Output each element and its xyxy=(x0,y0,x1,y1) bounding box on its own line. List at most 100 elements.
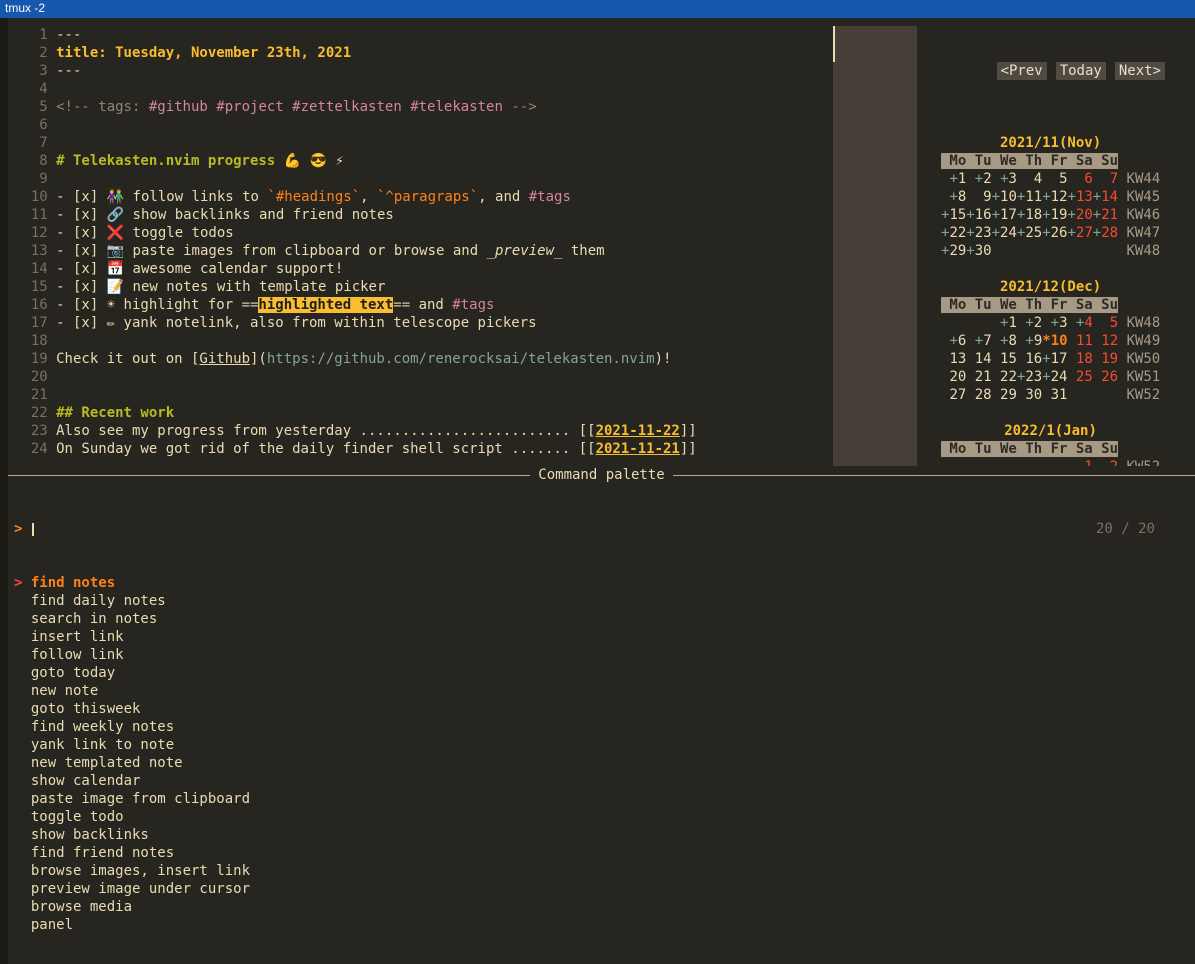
calendar-day[interactable]: +1 xyxy=(941,171,966,187)
editor-line[interactable]: 14- [x] 📅 awesome calendar support! xyxy=(14,260,833,278)
calendar-day[interactable]: 6 xyxy=(1068,171,1093,187)
calendar-day[interactable]: +16 xyxy=(966,207,991,223)
calendar-day[interactable]: +23 xyxy=(1017,369,1042,385)
calendar-day[interactable]: +3 xyxy=(992,171,1017,187)
calendar-day[interactable]: 13 xyxy=(941,351,966,367)
editor-line[interactable]: 9 xyxy=(14,170,833,188)
calendar-day[interactable]: +20 xyxy=(1067,207,1092,223)
palette-item[interactable]: > find notes xyxy=(8,574,1195,592)
editor-line[interactable]: 16- [x] ☀ highlight for ==highlighted te… xyxy=(14,296,833,314)
calendar-day[interactable]: 22 xyxy=(992,369,1017,385)
wikilink[interactable]: 2021-11-21 xyxy=(596,441,680,457)
link-url[interactable]: https://github.com/renerocksai/telekaste… xyxy=(267,351,655,367)
palette-item[interactable]: find weekly notes xyxy=(8,718,1195,736)
editor-line[interactable]: 2title: Tuesday, November 23th, 2021 xyxy=(14,44,833,62)
calendar-day[interactable]: 4 xyxy=(1017,171,1042,187)
calendar-day[interactable]: 27 xyxy=(941,387,966,403)
calendar-day[interactable]: 28 xyxy=(966,387,991,403)
calendar-day[interactable]: +3 xyxy=(1042,315,1067,331)
calendar-day[interactable]: +25 xyxy=(1017,225,1042,241)
calendar-day[interactable]: 31 xyxy=(1042,387,1067,403)
calendar-day[interactable]: +8 xyxy=(941,189,966,205)
window-separator[interactable] xyxy=(833,26,917,466)
calendar-day[interactable]: +11 xyxy=(1017,189,1042,205)
calendar-day[interactable]: +19 xyxy=(1042,207,1067,223)
editor-line[interactable]: 10- [x] 👫 follow links to `#headings`, `… xyxy=(14,188,833,206)
calendar-day[interactable]: 16 xyxy=(1017,351,1042,367)
editor-line[interactable]: 7 xyxy=(14,134,833,152)
editor-line[interactable]: 18 xyxy=(14,332,833,350)
calendar-day[interactable]: 5 xyxy=(1042,171,1067,187)
hashtag[interactable]: #telekasten xyxy=(410,99,503,115)
editor-line[interactable]: 4 xyxy=(14,80,833,98)
editor-line[interactable]: 8# Telekasten.nvim progress 💪 😎 ⚡ xyxy=(14,152,833,170)
hashtag[interactable]: #tags xyxy=(452,297,494,313)
palette-item[interactable]: show backlinks xyxy=(8,826,1195,844)
palette-item[interactable]: browse images, insert link xyxy=(8,862,1195,880)
calendar-day[interactable]: +27 xyxy=(1067,225,1092,241)
calendar-day[interactable]: 7 xyxy=(1093,171,1118,187)
calendar-day[interactable]: +29 xyxy=(941,243,966,259)
palette-item[interactable]: toggle todo xyxy=(8,808,1195,826)
editor-line[interactable]: 6 xyxy=(14,116,833,134)
palette-item[interactable]: search in notes xyxy=(8,610,1195,628)
palette-item[interactable]: goto today xyxy=(8,664,1195,682)
hashtag[interactable]: #zettelkasten xyxy=(292,99,402,115)
calendar-day[interactable]: 2 xyxy=(1093,459,1118,466)
calendar-prev-button[interactable]: <Prev xyxy=(997,62,1047,80)
palette-item[interactable]: preview image under cursor xyxy=(8,880,1195,898)
calendar-day[interactable]: +22 xyxy=(941,225,966,241)
calendar-today-button[interactable]: Today xyxy=(1056,62,1106,80)
editor-line[interactable]: 19Check it out on [Github](https://githu… xyxy=(14,350,833,368)
calendar-day[interactable]: 12 xyxy=(1093,333,1118,349)
calendar-day[interactable]: +1 xyxy=(992,315,1017,331)
editor-line[interactable]: 20 xyxy=(14,368,833,386)
calendar-day[interactable]: 20 xyxy=(941,369,966,385)
calendar-day[interactable]: +12 xyxy=(1042,189,1067,205)
calendar-day[interactable]: 21 xyxy=(966,369,991,385)
calendar-day[interactable]: 11 xyxy=(1068,333,1093,349)
calendar-day[interactable]: 25 xyxy=(1067,369,1092,385)
editor-pane[interactable]: 1---2title: Tuesday, November 23th, 2021… xyxy=(8,26,833,466)
calendar-next-button[interactable]: Next> xyxy=(1115,62,1165,80)
calendar-day[interactable]: 19 xyxy=(1093,351,1118,367)
calendar-day[interactable]: +9 xyxy=(1017,333,1042,349)
editor-line[interactable]: 24On Sunday we got rid of the daily find… xyxy=(14,440,833,458)
calendar-day[interactable]: +24 xyxy=(992,225,1017,241)
calendar-day[interactable]: +6 xyxy=(941,333,966,349)
calendar-day[interactable]: +4 xyxy=(1068,315,1093,331)
editor-line[interactable]: 1--- xyxy=(14,26,833,44)
calendar-day[interactable]: 15 xyxy=(992,351,1017,367)
palette-item[interactable]: paste image from clipboard xyxy=(8,790,1195,808)
calendar-day[interactable]: +28 xyxy=(1093,225,1118,241)
calendar-day[interactable]: 9 xyxy=(966,189,991,205)
calendar-day[interactable]: +18 xyxy=(1017,207,1042,223)
palette-item[interactable]: goto thisweek xyxy=(8,700,1195,718)
palette-item[interactable]: show calendar xyxy=(8,772,1195,790)
calendar-day[interactable]: 26 xyxy=(1093,369,1118,385)
palette-item[interactable]: browse media xyxy=(8,898,1195,916)
editor-line[interactable]: 15- [x] 📝 new notes with template picker xyxy=(14,278,833,296)
calendar-day[interactable]: +17 xyxy=(992,207,1017,223)
calendar-day[interactable]: +10 xyxy=(992,189,1017,205)
palette-item[interactable]: new note xyxy=(8,682,1195,700)
calendar-day[interactable]: 29 xyxy=(992,387,1017,403)
calendar-day[interactable]: +8 xyxy=(992,333,1017,349)
calendar-day[interactable]: +15 xyxy=(941,207,966,223)
editor-line[interactable]: 17- [x] ✏ yank notelink, also from withi… xyxy=(14,314,833,332)
palette-item[interactable]: panel xyxy=(8,916,1195,934)
editor-line[interactable]: 11- [x] 🔗 show backlinks and friend note… xyxy=(14,206,833,224)
palette-item[interactable]: find friend notes xyxy=(8,844,1195,862)
calendar-day[interactable]: 14 xyxy=(966,351,991,367)
scrollbar-thumb[interactable] xyxy=(833,26,835,62)
editor-line[interactable]: 13- [x] 📷 paste images from clipboard or… xyxy=(14,242,833,260)
palette-item[interactable]: insert link xyxy=(8,628,1195,646)
wikilink[interactable]: 2021-11-22 xyxy=(596,423,680,439)
editor-line[interactable]: 5<!-- tags: #github #project #zettelkast… xyxy=(14,98,833,116)
calendar-day[interactable]: 18 xyxy=(1067,351,1092,367)
calendar-day[interactable]: +23 xyxy=(966,225,991,241)
calendar-day[interactable]: +14 xyxy=(1093,189,1118,205)
hashtag[interactable]: #project xyxy=(216,99,283,115)
calendar-day[interactable]: 1 xyxy=(1067,459,1092,466)
calendar-day[interactable]: +2 xyxy=(1017,315,1042,331)
